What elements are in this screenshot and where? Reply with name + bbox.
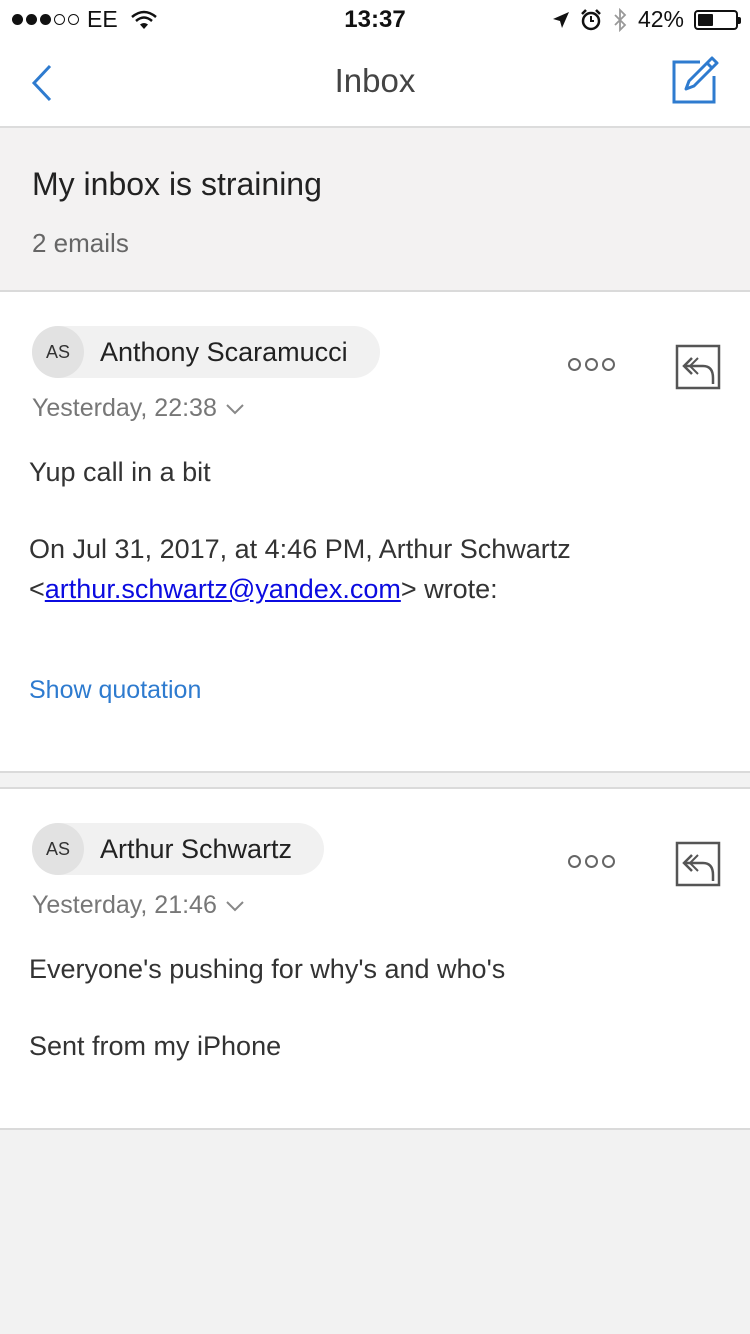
more-options-button[interactable] bbox=[568, 358, 615, 371]
status-right: 42% bbox=[552, 6, 741, 33]
compose-button[interactable] bbox=[670, 54, 720, 106]
bluetooth-icon bbox=[614, 7, 627, 32]
sender-chip[interactable]: AS Arthur Schwartz bbox=[32, 823, 325, 875]
location-arrow-icon bbox=[552, 11, 569, 28]
message-time[interactable]: Yesterday, 21:46 bbox=[32, 891, 245, 920]
battery-icon bbox=[694, 9, 741, 30]
message-body: Everyone's pushing for why's and who's bbox=[29, 954, 506, 984]
more-options-button[interactable] bbox=[568, 855, 615, 868]
reply-button[interactable] bbox=[675, 841, 721, 887]
avatar: AS bbox=[32, 823, 84, 875]
thread-email-count: 2 emails bbox=[32, 228, 129, 258]
message-body: Yup call in a bit bbox=[29, 457, 211, 487]
sender-name: Anthony Scaramucci bbox=[100, 336, 348, 367]
battery-level bbox=[698, 13, 714, 26]
message-time-label: Yesterday, 22:38 bbox=[32, 394, 217, 422]
thread-subject: My inbox is straining bbox=[32, 166, 322, 202]
message-time-label: Yesterday, 21:46 bbox=[32, 891, 217, 919]
nav-bar: Inbox bbox=[0, 40, 750, 128]
page-title: Inbox bbox=[334, 62, 416, 99]
quote-line-email: <arthur.schwartz@yandex.com> wrote: bbox=[29, 569, 571, 609]
quote-line: On Jul 31, 2017, at 4:46 PM, Arthur Schw… bbox=[29, 534, 571, 564]
quote-header: On Jul 31, 2017, at 4:46 PM, Arthur Schw… bbox=[29, 529, 571, 609]
quote-tail: > wrote: bbox=[400, 574, 498, 604]
compose-icon bbox=[672, 56, 719, 104]
avatar: AS bbox=[32, 326, 84, 378]
alarm-icon bbox=[581, 8, 601, 30]
sender-name: Arthur Schwartz bbox=[100, 833, 293, 864]
message-card[interactable]: AS Anthony Scaramucci Yesterday, 22:38 Y… bbox=[0, 292, 750, 773]
reply-button[interactable] bbox=[675, 344, 721, 390]
battery-percent: 42% bbox=[637, 6, 684, 32]
reply-icon bbox=[675, 841, 721, 887]
message-time[interactable]: Yesterday, 22:38 bbox=[32, 394, 245, 423]
sender-chip[interactable]: AS Anthony Scaramucci bbox=[32, 326, 380, 378]
reply-icon bbox=[675, 344, 721, 390]
message-signature: Sent from my iPhone bbox=[29, 1031, 282, 1061]
chevron-down-icon bbox=[226, 403, 244, 414]
thread-header: My inbox is straining 2 emails bbox=[0, 128, 750, 292]
quote-lt: < bbox=[29, 574, 45, 604]
email-link[interactable]: arthur.schwartz@yandex.com bbox=[45, 574, 401, 604]
show-quotation-link[interactable]: Show quotation bbox=[29, 676, 201, 705]
status-bar: EE 13:37 42% bbox=[0, 0, 750, 40]
chevron-down-icon bbox=[226, 900, 244, 911]
message-card[interactable]: AS Arthur Schwartz Yesterday, 21:46 Ever… bbox=[0, 787, 750, 1130]
